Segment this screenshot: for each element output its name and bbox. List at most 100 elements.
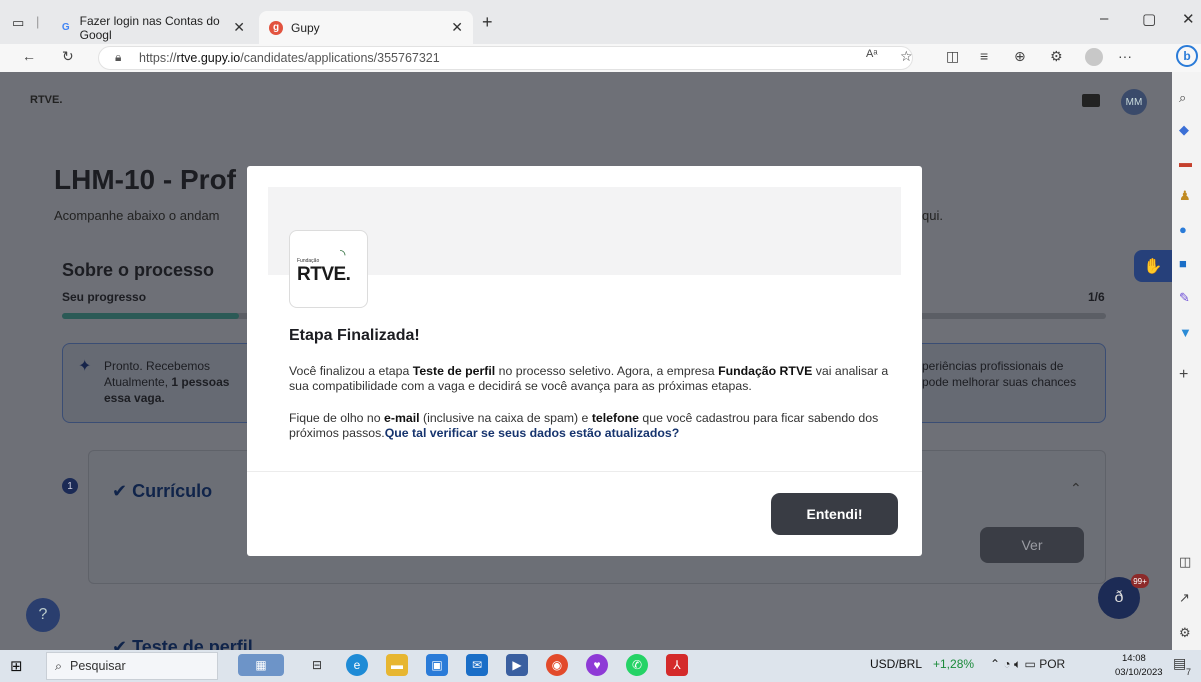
back-icon[interactable]: ← [22,48,36,64]
refresh-icon[interactable]: ↻ [62,48,74,65]
tray-chevron-icon[interactable]: ⌃ [990,657,1003,671]
close-tab-icon[interactable]: ✕ [451,19,463,36]
collections-icon[interactable]: ⊕ [1014,48,1026,65]
search-icon[interactable]: ⌕ [1179,90,1186,106]
p-text: (inclusive na caixa de spam) e [419,411,592,425]
chat-icon: ð [1114,589,1124,606]
update-data-link[interactable]: Que tal verificar se seus dados estão at… [385,426,680,440]
rtve-logo[interactable]: RTVE. [30,94,62,106]
games-icon[interactable]: ♟ [1179,188,1191,204]
clock-date[interactable]: 03/10/2023 [1115,667,1163,678]
p-text: Fique de olho no [289,411,385,425]
url-path: /candidates/applications/355767321 [240,51,440,65]
minimize-icon[interactable]: – [1100,10,1108,27]
tab-actions-icon[interactable]: ▭ [12,15,24,31]
url-prefix: https:// [139,51,177,65]
modal-paragraph-2: Fique de olho no e-mail (inclusive na ca… [289,411,889,441]
address-bar[interactable]: 🔒︎ https://rtve.gupy.io/candidates/appli… [98,46,913,70]
outlook-icon[interactable]: ■ [1179,256,1187,271]
p-bold: Fundação RTVE [718,364,813,378]
close-window-icon[interactable]: ✕ [1182,10,1195,28]
chevron-up-icon[interactable]: ⌃ [1070,480,1082,497]
p-bold: e-mail [384,411,420,425]
lock-icon[interactable]: 🔒︎ [115,50,121,65]
tab-label: Gupy [291,20,320,35]
close-tab-icon[interactable]: ✕ [233,19,245,36]
google-icon: G [61,22,70,33]
split-screen-icon[interactable]: ◫ [946,48,959,65]
avatar[interactable]: MM [1121,89,1147,115]
sidebar-toggle-icon[interactable]: ◫ [1179,554,1191,570]
telegram-icon[interactable]: ▼ [1179,325,1192,340]
app-icon[interactable]: ♥ [586,654,608,676]
info-line: periências profissionais de [922,359,1064,373]
chrome-icon[interactable]: ◉ [546,654,568,676]
info-line: Pronto. Recebemos [104,359,211,373]
store-icon[interactable]: ▣ [426,654,448,676]
shopping-tag-icon[interactable]: ◆ [1179,122,1189,138]
step-title: ✔︎ Currículo [112,481,212,502]
accessibility-button[interactable]: ✋ [1134,250,1172,282]
taskbar-search[interactable]: ⌕ Pesquisar [46,652,218,680]
next-step-title: ✔︎ Teste de perfil [112,637,253,650]
notification-center-icon[interactable]: ▤ [1173,655,1186,672]
media-player-icon[interactable]: ▶ [506,654,528,676]
more-icon[interactable]: ··· [1118,48,1132,64]
task-view-icon[interactable]: ⊟ [306,654,328,676]
volume-icon[interactable]: 🔈︎ [1014,657,1025,671]
system-tray[interactable]: ⌃ ◔ 🔈︎ ▭ POR [990,657,1065,672]
info-text: Atualmente, [104,375,172,389]
sign-language-icon: ✋ [1143,258,1163,275]
info-line: Atualmente, 1 pessoas [104,374,254,390]
external-link-icon[interactable]: ↗ [1179,590,1190,606]
mail-icon[interactable] [1082,94,1100,107]
view-button[interactable]: Ver [980,527,1084,563]
extensions-icon[interactable]: ⚙ [1050,48,1063,65]
wifi-icon[interactable]: ◔ [1003,657,1014,671]
help-button[interactable]: ? [26,598,60,632]
city-widget-icon[interactable]: ▦ [238,654,284,676]
settings-icon[interactable]: ⚙ [1179,625,1191,641]
info-text-left: Pronto. Recebemos Atualmente, 1 pessoas … [104,358,254,406]
understood-button[interactable]: Entendi! [771,493,898,535]
edge-icon[interactable]: e [346,654,368,676]
ticker-label[interactable]: USD/BRL [870,657,922,671]
gupy-icon: g [269,20,283,35]
progress-label: Seu progresso [62,290,147,304]
p-text: no processo seletivo. Agora, a empresa [495,364,719,378]
new-tab-icon[interactable]: + [482,12,493,33]
info-bold: 1 pessoas [171,375,230,389]
windows-start-icon[interactable]: ⊞ [10,657,23,675]
modal-title: Etapa Finalizada! [289,327,420,344]
favorite-icon[interactable]: ☆ [900,48,913,65]
signal-icon: ◝ [340,246,346,262]
ticker-change: +1,28% [933,657,975,671]
tools-icon[interactable]: ▬ [1179,155,1192,170]
network-icon[interactable]: ▭ [1025,657,1040,671]
info-line: essa vaga. [104,391,165,405]
acrobat-icon[interactable]: ⅄ [666,654,688,676]
p-text: Você finalizou a etapa [289,364,413,378]
modal-divider [247,471,922,472]
whatsapp-icon[interactable]: ✆ [626,654,648,676]
progress-count: 1/6 [1088,290,1105,304]
profile-icon[interactable] [1085,48,1103,66]
url-domain: rtve.gupy.io [176,51,241,65]
file-explorer-icon[interactable]: ▬ [386,654,408,676]
language-indicator[interactable]: POR [1039,657,1065,671]
microsoft365-icon[interactable]: ● [1179,222,1187,237]
mail-app-icon[interactable]: ✉ [466,654,488,676]
tab-google-login[interactable]: G Fazer login nas Contas do Googl ✕ [50,11,255,44]
tab-gupy[interactable]: g Gupy ✕ [259,11,473,44]
check-icon: ✔︎ [112,481,133,501]
next-step-text: Teste de perfil [132,637,253,650]
favorites-list-icon[interactable]: ≡ [980,48,988,64]
notification-count: 7 [1186,667,1192,677]
read-aloud-icon[interactable]: Aᵃ [866,48,877,60]
clock-time[interactable]: 14:08 [1122,653,1146,664]
designer-icon[interactable]: ✎ [1179,290,1190,306]
tab-label: Fazer login nas Contas do Googl [79,13,220,42]
restore-icon[interactable]: ▢ [1142,10,1156,28]
bing-copilot-icon[interactable]: b [1176,45,1198,67]
add-icon[interactable]: + [1179,366,1188,384]
